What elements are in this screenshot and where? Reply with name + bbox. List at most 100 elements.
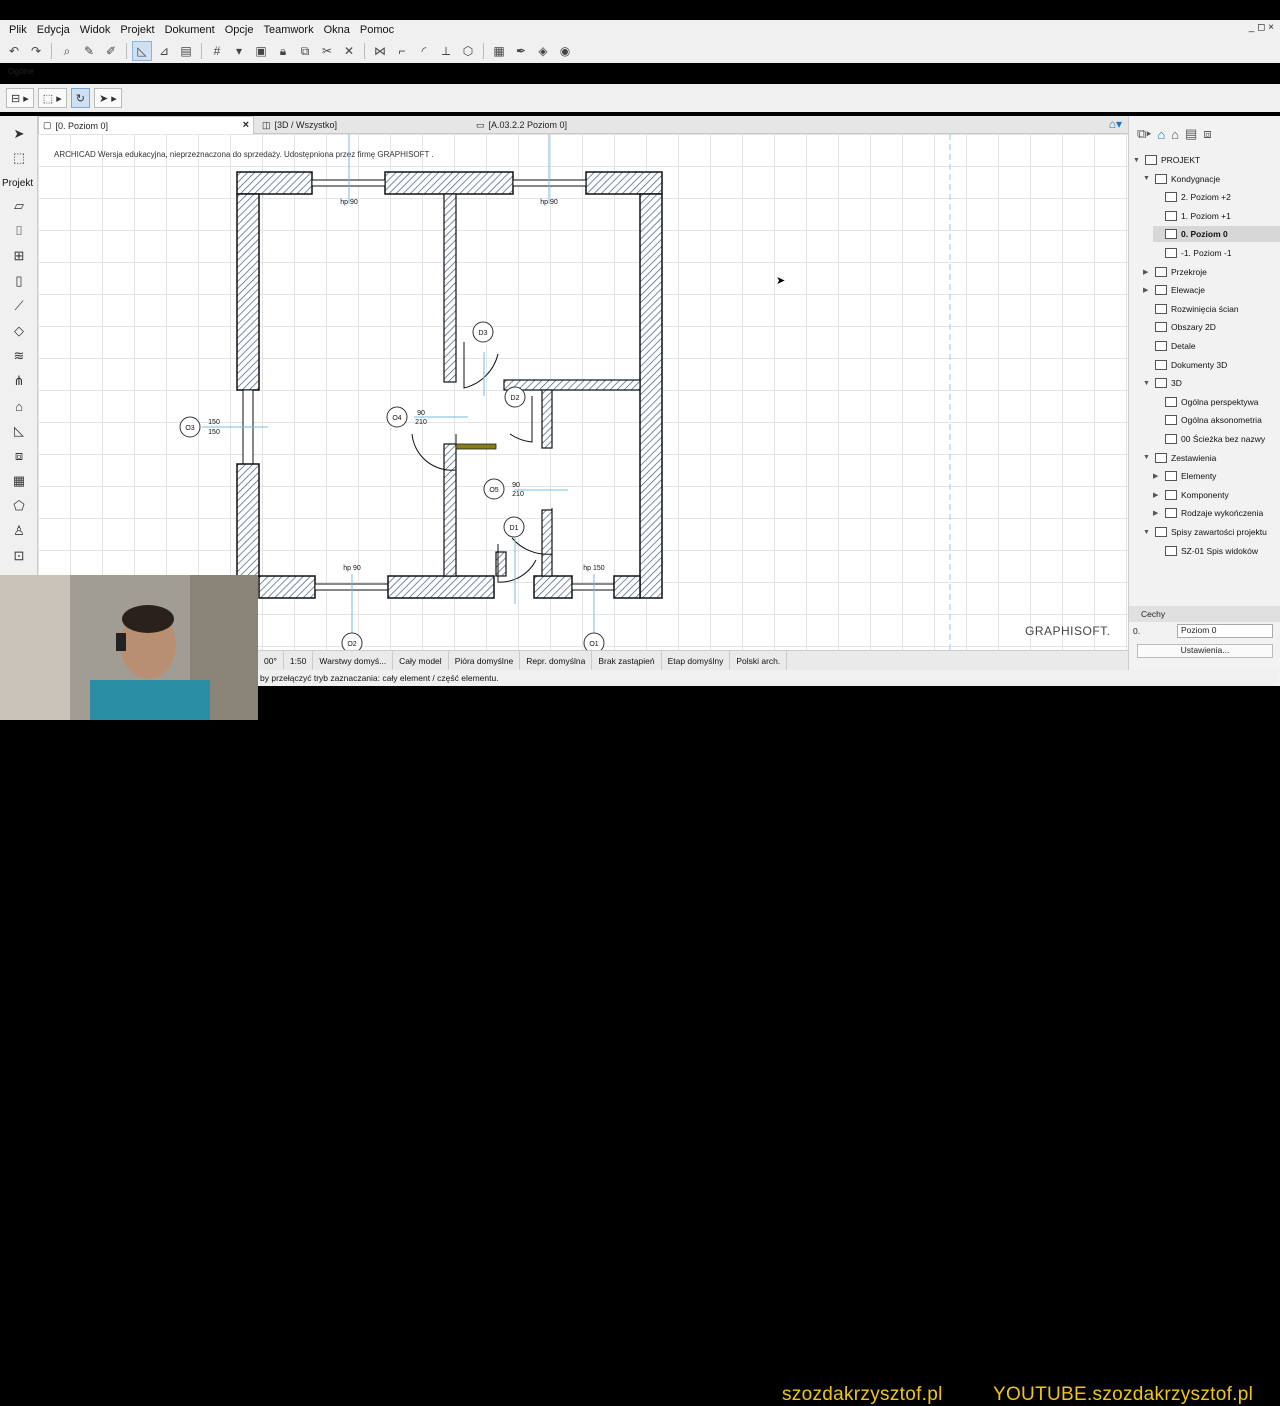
object-tool-icon[interactable]: ♙ xyxy=(8,521,30,541)
navigator-item[interactable]: -1. Poziom -1 xyxy=(1153,245,1280,261)
snap-guides-icon[interactable]: ⊿ xyxy=(154,41,174,61)
menu-projekt[interactable]: Projekt xyxy=(115,24,159,36)
override-field[interactable]: Brak zastąpień xyxy=(592,650,662,671)
view-mode-icon[interactable]: ⌂▾ xyxy=(1109,117,1122,131)
menu-dokument[interactable]: Dokument xyxy=(160,24,220,36)
navigator-item[interactable]: Ogólna perspektywa xyxy=(1153,394,1280,410)
view-map-icon[interactable]: ⌂ xyxy=(1171,127,1179,142)
intersect-icon[interactable]: ⋈ xyxy=(370,41,390,61)
scale-field[interactable]: 1:50 xyxy=(284,650,314,671)
navigator-item[interactable]: ▶ Elewacje xyxy=(1143,282,1280,298)
wall-geometry-button[interactable]: ⊟ ▸ xyxy=(6,88,34,108)
arrow-tool-icon[interactable]: ➤ xyxy=(8,124,30,144)
pen-set-field[interactable]: Pióra domyślne xyxy=(449,650,521,671)
railing-tool-icon[interactable]: ⋔ xyxy=(8,371,30,391)
settings-button[interactable]: Ustawienia... xyxy=(1137,644,1273,658)
find-select-icon[interactable]: ⌕ xyxy=(57,41,77,61)
roof-tool-icon[interactable]: ⌂ xyxy=(8,396,30,416)
navigator-item[interactable]: ▶ Elementy xyxy=(1153,468,1280,484)
skylight-tool-icon[interactable]: ⧈ xyxy=(8,446,30,466)
menu-pomoc[interactable]: Pomoc xyxy=(355,24,399,36)
representation-field[interactable]: Repr. domyślna xyxy=(520,650,593,671)
tab-layout[interactable]: ▭ [A.03.2.2 Poziom 0] xyxy=(472,116,682,134)
tab-poziom-0[interactable]: ▢ [0. Poziom 0] × xyxy=(38,116,254,134)
menu-plik[interactable]: Plik xyxy=(4,24,32,36)
navigator-item[interactable]: ▶ Rodzaje wykończenia xyxy=(1153,505,1280,521)
menu-widok[interactable]: Widok xyxy=(75,24,116,36)
navigator-item[interactable]: ▼ PROJEKT xyxy=(1133,152,1280,168)
lock-icon[interactable]: 🔒︎ xyxy=(273,41,293,61)
zone-tool-icon[interactable]: ⊡ xyxy=(8,546,30,566)
inject-icon[interactable]: ✐ xyxy=(101,41,121,61)
rotate-selection-button[interactable]: ↻ xyxy=(70,88,90,108)
renovation-field[interactable]: Etap domyślny xyxy=(662,650,731,671)
navigator-item[interactable]: 0. Poziom 0 xyxy=(1153,226,1280,243)
pen-set-icon[interactable]: ✒ xyxy=(511,41,531,61)
navigator-mode-icon[interactable]: ⧉▸ xyxy=(1137,126,1151,142)
wall-tool-icon[interactable]: ▱ xyxy=(8,196,30,216)
navigator-item[interactable]: Dokumenty 3D xyxy=(1143,357,1280,373)
window-tool-icon[interactable]: ⊞ xyxy=(8,246,30,266)
publisher-icon[interactable]: ⧈ xyxy=(1203,126,1211,142)
close-tab-icon[interactable]: × xyxy=(243,119,249,131)
layers-field[interactable]: Warstwy domyś... xyxy=(313,650,394,671)
door-tool-icon[interactable]: ⌷ xyxy=(8,221,30,241)
layout-book-icon[interactable]: ▤ xyxy=(1185,126,1197,142)
curtain-wall-tool-icon[interactable]: ▦ xyxy=(8,471,30,491)
tree-toggle-icon[interactable]: ▶ xyxy=(1153,472,1161,480)
angle-field[interactable]: 00° xyxy=(258,650,284,671)
marquee-tool-icon[interactable]: ⬚ xyxy=(8,148,30,168)
navigator-item[interactable]: 00 Ścieżka bez nazwy xyxy=(1153,431,1280,447)
undo-icon[interactable]: ↶ xyxy=(4,41,24,61)
navigator-item[interactable]: Obszary 2D xyxy=(1143,319,1280,335)
navigator-item[interactable]: ▶ Przekroje xyxy=(1143,264,1280,280)
project-map-icon[interactable]: ⌂ xyxy=(1157,127,1165,142)
tab-3d[interactable]: ◫ [3D / Wszystko] xyxy=(258,116,468,134)
morph-tool-icon[interactable]: ⬠ xyxy=(8,496,30,516)
tree-toggle-icon[interactable]: ▼ xyxy=(1133,157,1141,164)
navigator-item[interactable]: Ogólna aksonometria xyxy=(1153,412,1280,428)
grid-options-icon[interactable]: ▾ xyxy=(229,41,249,61)
properties-name-field[interactable]: Poziom 0 xyxy=(1177,624,1273,638)
arrow-tool-button[interactable]: ➤ ▸ xyxy=(94,88,122,108)
shell-tool-icon[interactable]: ◺ xyxy=(8,421,30,441)
menu-edycja[interactable]: Edycja xyxy=(32,24,75,36)
redo-icon[interactable]: ↷ xyxy=(26,41,46,61)
menu-opcje[interactable]: Opcje xyxy=(220,24,259,36)
trim-icon[interactable]: ✂ xyxy=(317,41,337,61)
fillet-icon[interactable]: ◜ xyxy=(414,41,434,61)
explode-icon[interactable]: ⬡ xyxy=(458,41,478,61)
navigator-item[interactable]: 2. Poziom +2 xyxy=(1153,189,1280,205)
tree-toggle-icon[interactable]: ▶ xyxy=(1153,509,1161,517)
tree-toggle-icon[interactable]: ▼ xyxy=(1143,380,1151,387)
tree-toggle-icon[interactable]: ▶ xyxy=(1153,491,1161,499)
navigator-item[interactable]: ▼ Spisy zawartości projektu xyxy=(1143,524,1280,540)
navigator-item[interactable]: Detale xyxy=(1143,338,1280,354)
grid-snap-icon[interactable]: # xyxy=(207,41,227,61)
offset-icon[interactable]: ⟂ xyxy=(436,41,456,61)
suspend-groups-icon[interactable]: ▣ xyxy=(251,41,271,61)
adjust-icon[interactable]: ⌐ xyxy=(392,41,412,61)
column-tool-icon[interactable]: ▯ xyxy=(8,271,30,291)
beam-tool-icon[interactable]: ⟋ xyxy=(8,296,30,316)
layers-icon[interactable]: ⧉ xyxy=(295,41,315,61)
tree-toggle-icon[interactable]: ▼ xyxy=(1143,529,1151,536)
guide-lines-icon[interactable]: ◺ xyxy=(132,41,152,61)
navigator-item[interactable]: ▼ Kondygnacje xyxy=(1143,171,1280,187)
menu-okna[interactable]: Okna xyxy=(319,24,355,36)
menu-teamwork[interactable]: Teamwork xyxy=(258,24,318,36)
render-icon[interactable]: ◉ xyxy=(555,41,575,61)
window-controls[interactable]: _ ◻ × xyxy=(1249,22,1274,33)
marquee-button[interactable]: ⬚ ▸ xyxy=(37,88,67,108)
gravity-icon[interactable]: ▤ xyxy=(176,41,196,61)
split-icon[interactable]: ✕ xyxy=(339,41,359,61)
tree-toggle-icon[interactable]: ▶ xyxy=(1143,268,1151,276)
tree-toggle-icon[interactable]: ▼ xyxy=(1143,175,1151,182)
navigator-item[interactable]: ▼ 3D xyxy=(1143,375,1280,391)
navigator-item[interactable]: SZ-01 Spis widoków xyxy=(1153,543,1280,559)
tree-toggle-icon[interactable]: ▶ xyxy=(1143,286,1151,294)
navigator-item[interactable]: ▶ Komponenty xyxy=(1153,487,1280,503)
dimension-standard-field[interactable]: Polski arch. xyxy=(730,650,788,671)
tree-toggle-icon[interactable]: ▼ xyxy=(1143,454,1151,461)
slab-tool-icon[interactable]: ◇ xyxy=(8,321,30,341)
